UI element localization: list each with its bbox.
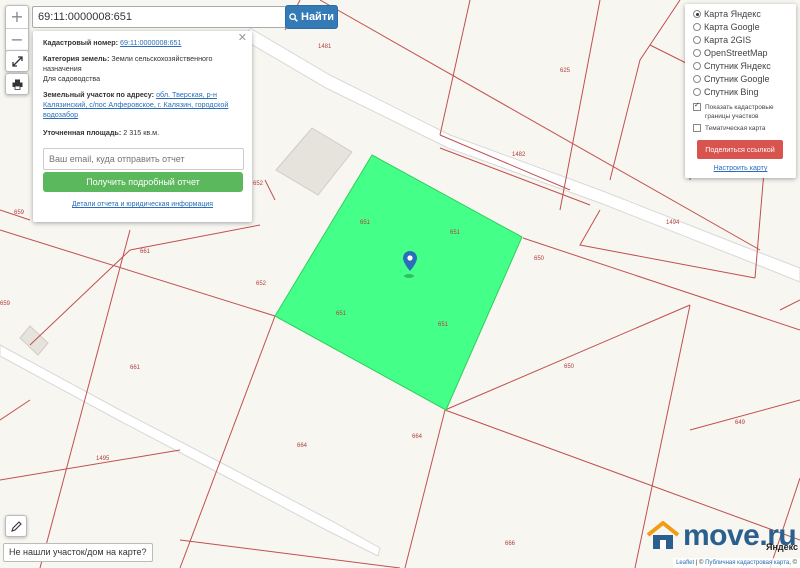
parcel-label: 1482 — [512, 152, 526, 158]
parcel-label: 651 — [360, 220, 371, 226]
search-input[interactable] — [32, 6, 292, 28]
parcel-label: 1494 — [666, 220, 680, 226]
layer-option-yandex-satellite[interactable]: Спутник Яндекс — [693, 60, 771, 72]
zoom-in-button[interactable]: + — [6, 6, 28, 28]
parcel-label: 664 — [297, 443, 308, 449]
parcel-label: 666 — [505, 541, 516, 547]
checkbox-checked-icon — [693, 101, 701, 111]
email-field[interactable] — [43, 148, 244, 170]
parcel-label: 1495 — [96, 456, 110, 462]
parcel-label: 652 — [253, 181, 264, 187]
layer-option-yandex-map[interactable]: Карта Яндекс — [693, 8, 761, 20]
pencil-icon — [10, 520, 22, 532]
parcel-label: 664 — [412, 434, 423, 440]
parcel-info-panel: ✕ Кадастровый номер: 69:11:0000008:651 К… — [33, 31, 252, 222]
category-label: Категория земель: — [43, 54, 110, 63]
parcel-label: 651 — [336, 311, 347, 317]
layer-option-label: Карта 2GIS — [704, 35, 752, 45]
category-row: Категория земель: Земли сельскохозяйстве… — [43, 54, 240, 84]
layer-option-label: Спутник Google — [704, 74, 770, 84]
cadastral-row: Кадастровый номер: 69:11:0000008:651 — [43, 38, 240, 48]
layers-panel: Карта Яндекс Карта Google Карта 2GIS Ope… — [685, 4, 796, 178]
attribution-suffix: , © — [789, 560, 797, 566]
layer-option-bing-satellite[interactable]: Спутник Bing — [693, 86, 758, 98]
zoom-control: + − — [5, 5, 29, 52]
layer-option-google-satellite[interactable]: Спутник Google — [693, 73, 769, 85]
zoom-out-button[interactable]: − — [6, 28, 28, 51]
search-button[interactable]: Найти — [285, 5, 338, 29]
area-label: Уточненная площадь: — [43, 128, 122, 137]
configure-map-link[interactable]: Настроить карту — [685, 165, 796, 172]
parcel-label: 652 — [256, 281, 267, 287]
radio-selected-icon — [693, 10, 701, 18]
radio-icon — [693, 23, 701, 31]
parcel-label: 650 — [534, 256, 545, 262]
layer-option-label: Спутник Bing — [704, 87, 759, 97]
parcel-label: 661 — [130, 365, 141, 371]
radio-icon — [693, 62, 701, 70]
cadastral-label: Кадастровый номер: — [43, 38, 119, 47]
parcel-label: 649 — [735, 420, 746, 426]
cadastral-map-link[interactable]: Публичная кадастровая карта — [705, 560, 789, 566]
parcel-label: 650 — [564, 364, 575, 370]
area-row: Уточненная площадь: 2 315 кв.м. — [43, 128, 240, 138]
search-icon — [289, 12, 298, 22]
radio-icon — [693, 49, 701, 57]
parcel-label: 625 — [560, 68, 571, 74]
not-found-button[interactable]: Не нашли участок/дом на карте? — [3, 543, 153, 562]
attribution-separator: | © — [694, 560, 706, 566]
cadastral-link[interactable]: 69:11:0000008:651 — [120, 38, 181, 47]
fullscreen-button[interactable] — [5, 50, 29, 72]
search-button-label: Найти — [301, 11, 334, 23]
parcel-label: 661 — [140, 249, 151, 255]
parcel-label: 659 — [0, 301, 11, 307]
layer-option-label: Карта Google — [704, 22, 760, 32]
thematic-map-label: Тематическая карта — [705, 125, 766, 132]
get-report-button[interactable]: Получить подробный отчет — [43, 172, 243, 192]
draw-button[interactable] — [5, 515, 27, 537]
radio-icon — [693, 88, 701, 96]
layer-option-osm[interactable]: OpenStreetMap — [693, 47, 768, 59]
house-icon — [646, 521, 680, 549]
show-borders-checkbox[interactable]: Показать кадастровые границы участков — [693, 101, 785, 121]
address-row: Земельный участок по адресу: обл. Тверск… — [43, 90, 240, 120]
layer-option-2gis-map[interactable]: Карта 2GIS — [693, 34, 751, 46]
details-link[interactable]: Детали отчета и юридическая информация — [33, 200, 252, 210]
checkbox-icon — [693, 124, 701, 132]
expand-icon — [11, 55, 23, 67]
parcel-label: 1481 — [318, 44, 332, 50]
layer-option-label: Карта Яндекс — [704, 9, 761, 19]
parcel-label: 659 — [14, 210, 25, 216]
parcel-label: 651 — [438, 322, 449, 328]
share-link-button[interactable]: Поделиться ссылкой — [697, 140, 783, 159]
layer-option-google-map[interactable]: Карта Google — [693, 21, 760, 33]
yandex-logo: Яндекс — [766, 542, 799, 552]
show-borders-label: Показать кадастровые границы участков — [705, 104, 774, 120]
radio-icon — [693, 75, 701, 83]
attribution: Leaflet | © Публичная кадастровая карта,… — [673, 558, 800, 568]
leaflet-link[interactable]: Leaflet — [676, 560, 694, 566]
radio-icon — [693, 36, 701, 44]
print-icon — [12, 79, 22, 90]
parcel-label: 651 — [450, 230, 461, 236]
layer-option-label: OpenStreetMap — [704, 48, 768, 58]
layer-option-label: Спутник Яндекс — [704, 61, 771, 71]
print-button[interactable] — [5, 73, 29, 95]
land-use-value: Для садоводства — [43, 74, 101, 83]
thematic-map-checkbox[interactable]: Тематическая карта — [693, 124, 766, 133]
area-value: 2 315 кв.м. — [123, 128, 160, 137]
address-label: Земельный участок по адресу: — [43, 90, 155, 99]
